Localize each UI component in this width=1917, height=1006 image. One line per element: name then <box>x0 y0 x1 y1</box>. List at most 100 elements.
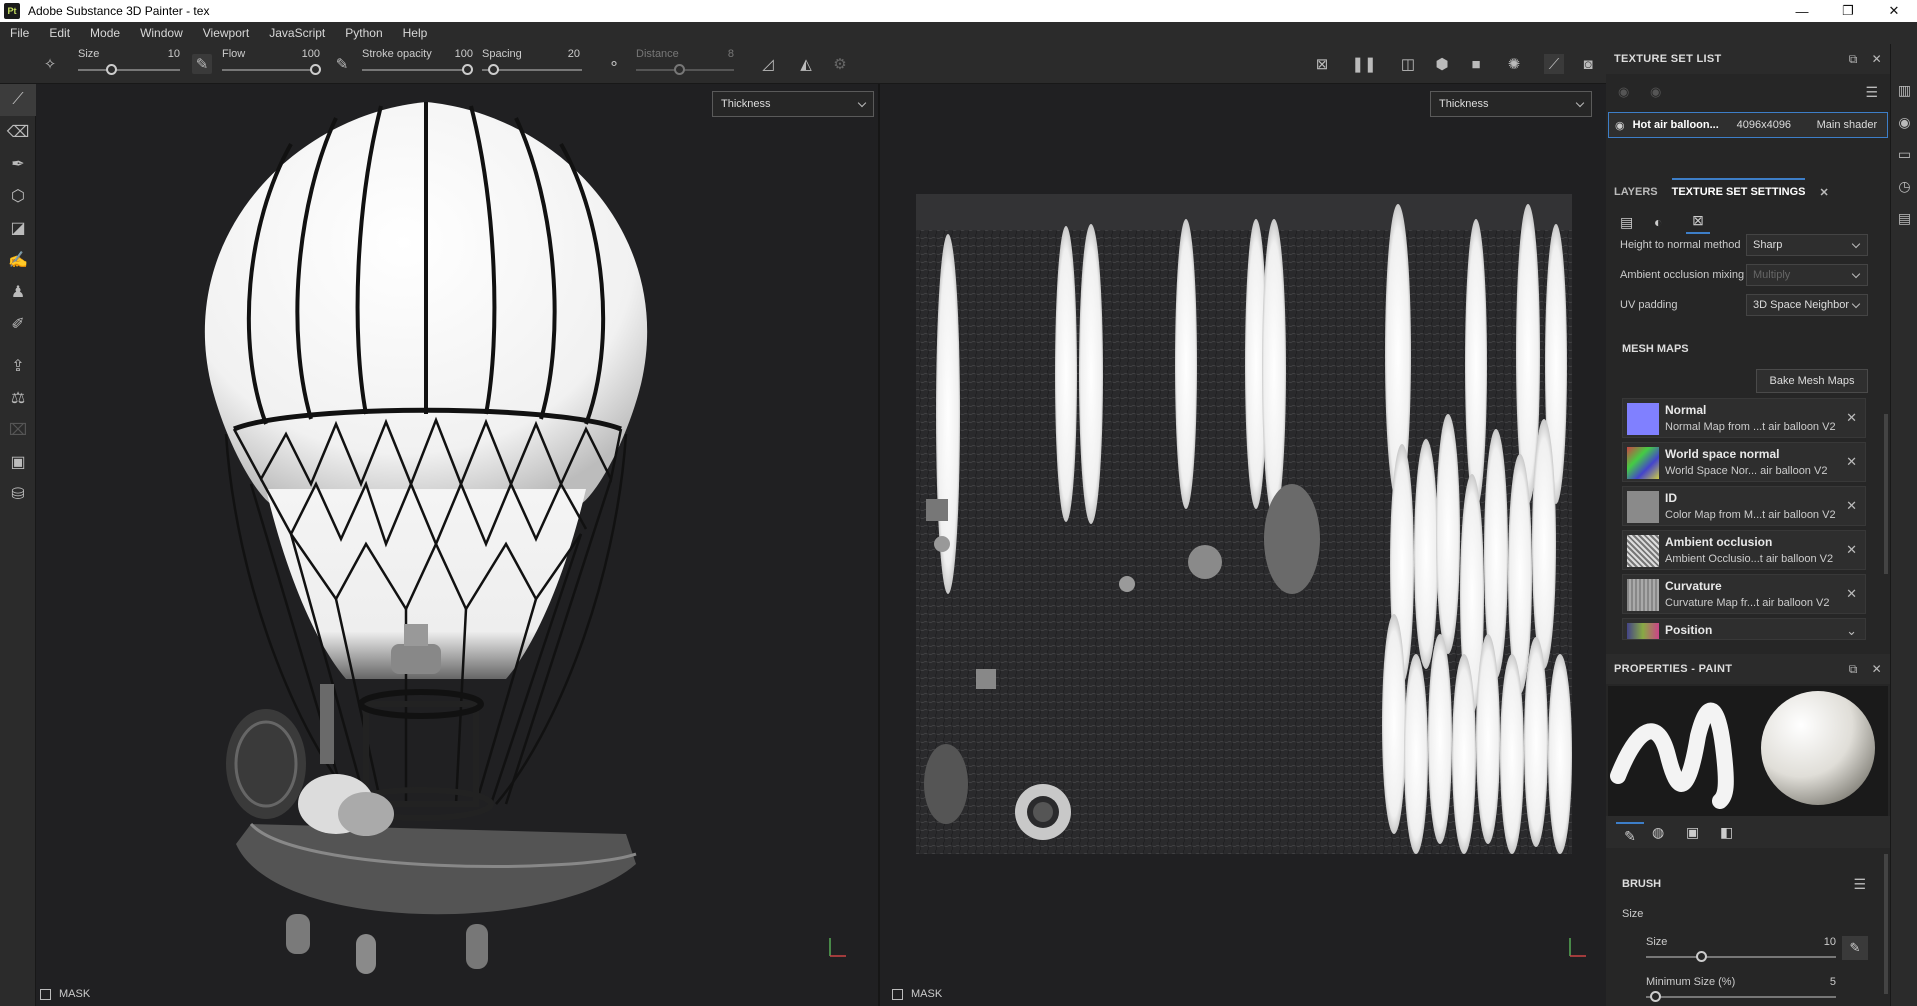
stencil-tab-icon[interactable]: ◧ <box>1720 824 1733 841</box>
camera-video-icon[interactable]: ■ <box>1466 54 1486 74</box>
pen-pressure-icon[interactable]: ✎ <box>192 54 212 74</box>
size-value[interactable]: 10 <box>150 48 180 60</box>
size-slider-handle[interactable] <box>106 64 117 75</box>
viewer-settings-icon[interactable]: ▭ <box>1891 138 1917 170</box>
lazy-mouse-icon[interactable]: ⚬ <box>604 54 624 74</box>
shader-settings-icon[interactable]: ◉ <box>1891 106 1917 138</box>
properties-scrollbar[interactable] <box>1884 854 1888 994</box>
mask-toggle-right[interactable]: MASK <box>892 988 942 1000</box>
mesh-map-position[interactable]: Position ⌄ <box>1622 618 1866 640</box>
mesh-map-world-space-normal[interactable]: World space normal World Space Nor... ai… <box>1622 442 1866 482</box>
remove-map-icon[interactable]: ✕ <box>1846 586 1857 602</box>
brush-size-slider[interactable] <box>1646 956 1836 958</box>
eraser-tool-icon[interactable]: ⌫ <box>0 116 36 148</box>
close-panel-icon[interactable]: ✕ <box>1872 662 1882 677</box>
flow-value[interactable]: 100 <box>290 48 320 60</box>
flow-pressure-icon[interactable]: ✎ <box>332 54 352 74</box>
undock-icon[interactable]: ⧉ <box>1849 662 1858 677</box>
mask-checkbox-right[interactable] <box>892 988 903 1000</box>
polygon-fill-icon[interactable]: ◪ <box>0 212 36 244</box>
alignment-icon[interactable]: ◿ <box>758 54 778 74</box>
mask-toggle-left[interactable]: MASK <box>40 988 90 1000</box>
menu-mode[interactable]: Mode <box>80 26 130 40</box>
flow-slider-handle[interactable] <box>310 64 321 75</box>
viewport-3d[interactable]: Thickness MASK <box>36 84 878 1006</box>
smudge-tool-icon[interactable]: ✍ <box>0 244 36 276</box>
remove-map-icon[interactable]: ✕ <box>1846 498 1857 514</box>
uv-hide-icon[interactable]: ⊠ <box>1312 54 1332 74</box>
clone-tool-icon[interactable]: ♟ <box>0 276 36 308</box>
texture-set-row[interactable]: ◉ Hot air balloon... 4096x4096 Main shad… <box>1608 112 1888 138</box>
remove-map-icon[interactable]: ✕ <box>1846 542 1857 558</box>
settings-scrollbar[interactable] <box>1884 414 1888 574</box>
menu-file[interactable]: File <box>0 26 39 40</box>
expand-chevron-icon[interactable]: ⌄ <box>1846 623 1857 639</box>
stroke-opacity-value[interactable]: 100 <box>443 48 473 60</box>
settings-general-icon[interactable]: ▤ <box>1620 214 1633 231</box>
brush-size-value[interactable]: 10 <box>1806 936 1836 948</box>
log-icon[interactable]: ▤ <box>1891 202 1917 234</box>
spacing-value[interactable]: 20 <box>550 48 580 60</box>
minimize-button[interactable]: — <box>1779 0 1825 22</box>
assets-icon[interactable]: ⛁ <box>0 478 36 510</box>
tab-layers[interactable]: LAYERS <box>1614 186 1658 198</box>
viewport-2d[interactable]: Thickness MASK <box>880 84 1606 1006</box>
list-menu-icon[interactable]: ☰ <box>1865 84 1878 101</box>
flow-slider[interactable] <box>222 69 320 71</box>
size-pressure-icon[interactable]: ✎ <box>1842 936 1868 960</box>
material-tab-icon[interactable]: ◍ <box>1652 824 1664 841</box>
height-to-normal-select[interactable]: Sharp <box>1746 234 1868 256</box>
viewport-2d-channel-select[interactable]: Thickness <box>1430 91 1592 117</box>
brush-menu-icon[interactable]: ☰ <box>1853 876 1866 893</box>
mesh-map-id[interactable]: ID Color Map from M...t air balloon V2 ✕ <box>1622 486 1866 526</box>
view-split-icon[interactable]: ◫ <box>1398 54 1418 74</box>
close-panel-icon[interactable]: ✕ <box>1872 52 1882 67</box>
texture-set-shader[interactable]: Main shader <box>1817 119 1878 131</box>
menu-javascript[interactable]: JavaScript <box>259 26 335 40</box>
measure-icon[interactable]: ⚖ <box>0 382 36 414</box>
display-settings-icon[interactable]: ▥ <box>1891 74 1917 106</box>
brush-size-slider-handle[interactable] <box>1696 951 1707 962</box>
remove-map-icon[interactable]: ✕ <box>1846 410 1857 426</box>
menu-viewport[interactable]: Viewport <box>193 26 259 40</box>
show-all-icon[interactable]: ◉ <box>1650 84 1661 100</box>
settings-mesh-icon[interactable]: ⊠ <box>1686 212 1710 234</box>
tab-texture-set-settings[interactable]: TEXTURE SET SETTINGS <box>1671 178 1806 206</box>
cube-icon[interactable]: ⬢ <box>1432 54 1452 74</box>
render-icon[interactable]: ✺ <box>1504 54 1524 74</box>
bake-icon[interactable]: ⇪ <box>0 350 36 382</box>
mesh-map-ambient-occlusion[interactable]: Ambient occlusion Ambient Occlusio...t a… <box>1622 530 1866 570</box>
menu-edit[interactable]: Edit <box>39 26 80 40</box>
undock-icon[interactable]: ⧉ <box>1849 52 1858 67</box>
symmetry-icon[interactable]: ◭ <box>796 54 816 74</box>
close-button[interactable]: ✕ <box>1871 0 1917 22</box>
settings-channels-icon[interactable]: ◐ <box>1654 214 1662 230</box>
symmetry-settings-icon[interactable]: ⚙ <box>830 54 850 74</box>
close-tab-icon[interactable]: ✕ <box>1819 186 1828 199</box>
hide-all-icon[interactable]: ◉ <box>1618 84 1629 100</box>
min-size-slider[interactable] <box>1646 996 1836 998</box>
min-size-value[interactable]: 5 <box>1806 976 1836 988</box>
spacing-slider-handle[interactable] <box>488 64 499 75</box>
mask-checkbox-left[interactable] <box>40 988 51 1000</box>
menu-help[interactable]: Help <box>393 26 438 40</box>
mesh-map-normal[interactable]: Normal Normal Map from ...t air balloon … <box>1622 398 1866 438</box>
color-picker-icon[interactable]: ✐ <box>0 308 36 340</box>
bake-mesh-maps-button[interactable]: Bake Mesh Maps <box>1756 369 1868 393</box>
maximize-button[interactable]: ❐ <box>1825 0 1871 22</box>
visibility-eye-icon[interactable]: ◉ <box>1615 119 1625 132</box>
screenshot-camera-icon[interactable]: ◙ <box>1578 54 1598 74</box>
stroke-opacity-slider[interactable] <box>362 69 472 71</box>
history-icon[interactable]: ◷ <box>1891 170 1917 202</box>
uv-padding-select[interactable]: 3D Space Neighbor <box>1746 294 1868 316</box>
brush-tab-icon[interactable]: ✎ <box>1616 822 1644 848</box>
remove-map-icon[interactable]: ✕ <box>1846 454 1857 470</box>
paint-mode-icon[interactable]: ⟋ <box>1544 54 1564 74</box>
mesh-map-curvature[interactable]: Curvature Curvature Map fr...t air ballo… <box>1622 574 1866 614</box>
geometry-fill-icon[interactable]: ⬡ <box>0 180 36 212</box>
stroke-opacity-slider-handle[interactable] <box>462 64 473 75</box>
menu-python[interactable]: Python <box>335 26 392 40</box>
brush-preset-icon[interactable]: ✧ <box>40 54 60 74</box>
projection-tool-icon[interactable]: ✒ <box>0 148 36 180</box>
min-size-slider-handle[interactable] <box>1650 991 1661 1002</box>
